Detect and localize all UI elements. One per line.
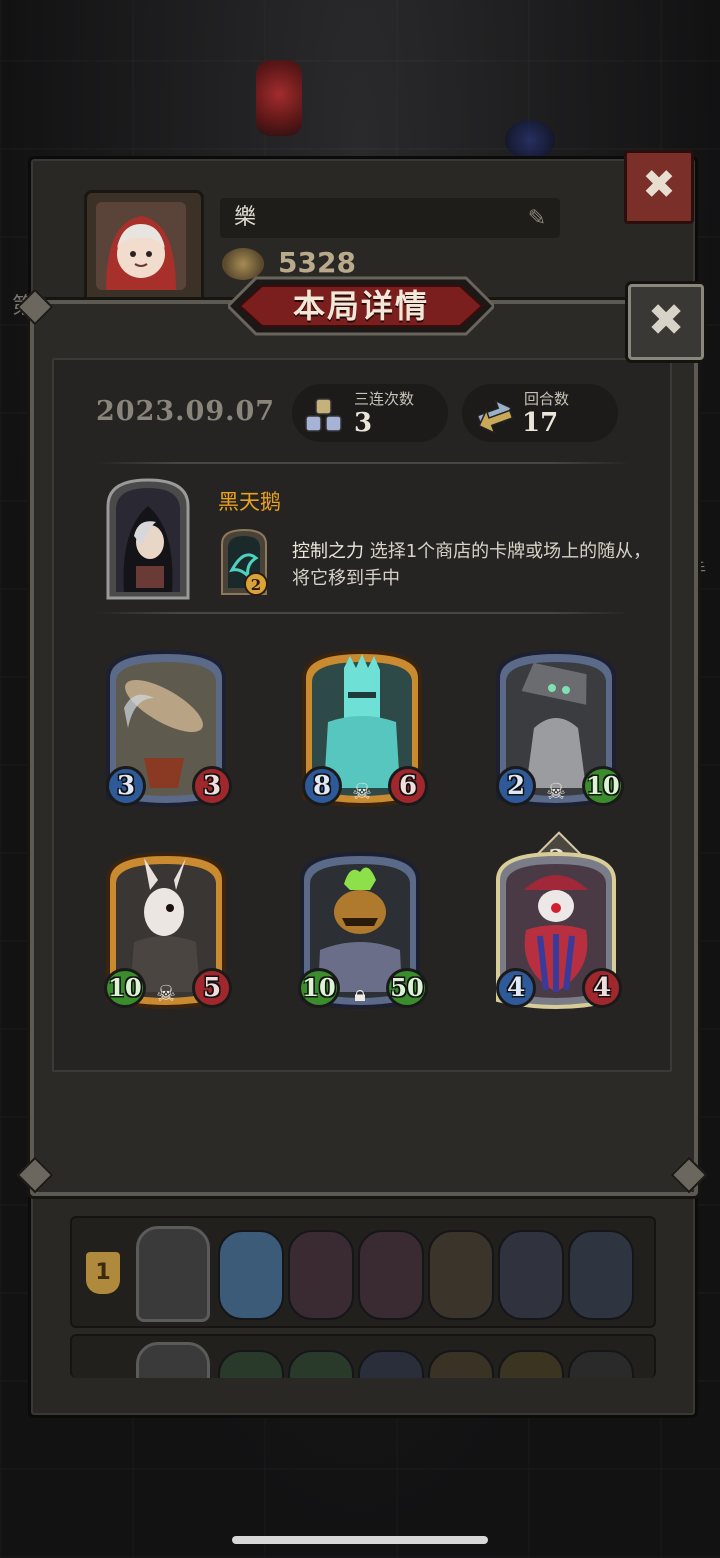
- minion-thumb-icon: [288, 1350, 354, 1378]
- hero-portrait-icon: [136, 1226, 210, 1322]
- minion-health: 50: [386, 968, 428, 1008]
- minion-thumb-icon: [498, 1350, 564, 1378]
- minion-thumb-icon: [218, 1230, 284, 1320]
- minion-health: 10: [582, 766, 624, 806]
- triple-count-label: 三连次数: [354, 390, 415, 408]
- hero-portrait[interactable]: [102, 476, 194, 602]
- minion-attack: 2: [496, 766, 536, 806]
- blue-potion-icon: [505, 120, 555, 160]
- minion-card[interactable]: 2 ☠ 10: [494, 648, 624, 812]
- dialog-title: 本局详情: [292, 287, 429, 325]
- minion-card[interactable]: 4 4: [494, 850, 622, 1014]
- hero-portrait-icon: [136, 1342, 210, 1378]
- minion-card[interactable]: 3 3: [104, 648, 232, 812]
- pencil-icon[interactable]: ✎: [522, 204, 552, 234]
- match-history-row[interactable]: 1: [70, 1216, 656, 1328]
- rank-badge: 1: [86, 1252, 120, 1294]
- triple-count-value: 3: [354, 408, 373, 438]
- profile-score: 5328: [278, 246, 356, 279]
- minion-health: 6: [388, 766, 428, 806]
- minion-card[interactable]: 10 🔒︎ 50: [298, 850, 428, 1014]
- minion-thumb-icon: [568, 1230, 634, 1320]
- minion-thumb-icon: [428, 1230, 494, 1320]
- skull-icon: ☠: [156, 982, 176, 1007]
- turn-cycle-icon: [476, 399, 514, 434]
- turn-count-stat: 回合数 17: [462, 384, 618, 442]
- close-icon: ✖: [647, 295, 685, 346]
- minion-attack: 3: [106, 766, 146, 806]
- minion-attack: 10: [298, 968, 340, 1008]
- red-lantern-icon: [256, 60, 302, 136]
- hero-name: 黑天鹅: [218, 490, 281, 514]
- hero-power-name: 控制之力: [292, 541, 364, 562]
- divider: [96, 612, 630, 614]
- minion-thumb-icon: [358, 1230, 424, 1320]
- minion-thumb-icon: [498, 1230, 564, 1320]
- minion-thumb-icon: [218, 1350, 284, 1378]
- lock-icon: 🔒︎: [354, 982, 366, 1007]
- minion-health: 3: [192, 766, 232, 806]
- close-button[interactable]: ✖: [628, 284, 704, 360]
- home-indicator[interactable]: [232, 1536, 488, 1544]
- skull-icon: ☠: [546, 780, 566, 805]
- minion-health: 4: [582, 968, 622, 1008]
- divider: [96, 462, 630, 464]
- turn-count-label: 回合数: [524, 390, 570, 408]
- minion-card[interactable]: 10 ☠ 5: [104, 850, 232, 1014]
- minion-thumb-icon: [358, 1350, 424, 1378]
- minion-attack: 8: [302, 766, 342, 806]
- minion-thumb-icon: [288, 1230, 354, 1320]
- minion-thumb-icon: [568, 1350, 634, 1378]
- triple-stack-icon: [305, 398, 342, 432]
- profile-name: 樂: [220, 198, 560, 238]
- minion-thumb-icon: [428, 1350, 494, 1378]
- match-history-row[interactable]: [70, 1334, 656, 1378]
- profile-close-button[interactable]: ✖: [624, 150, 694, 224]
- match-date: 2023.09.07: [96, 396, 276, 427]
- minion-card[interactable]: 8 ☠ 6: [300, 648, 428, 812]
- minion-attack: 4: [496, 968, 536, 1008]
- avatar[interactable]: [96, 202, 186, 290]
- skull-icon: ☠: [352, 780, 372, 805]
- minion-health: 5: [192, 968, 232, 1008]
- close-icon: ✖: [642, 162, 676, 208]
- triple-count-stat: 三连次数 3: [292, 384, 448, 442]
- hero-power-icon[interactable]: 2: [218, 528, 270, 598]
- hero-power-cost: 2: [251, 576, 261, 594]
- minion-attack: 10: [104, 968, 146, 1008]
- turn-count-value: 17: [522, 408, 559, 438]
- hero-power-description: 控制之力 选择1个商店的卡牌或场上的随从，将它移到手中: [292, 538, 652, 592]
